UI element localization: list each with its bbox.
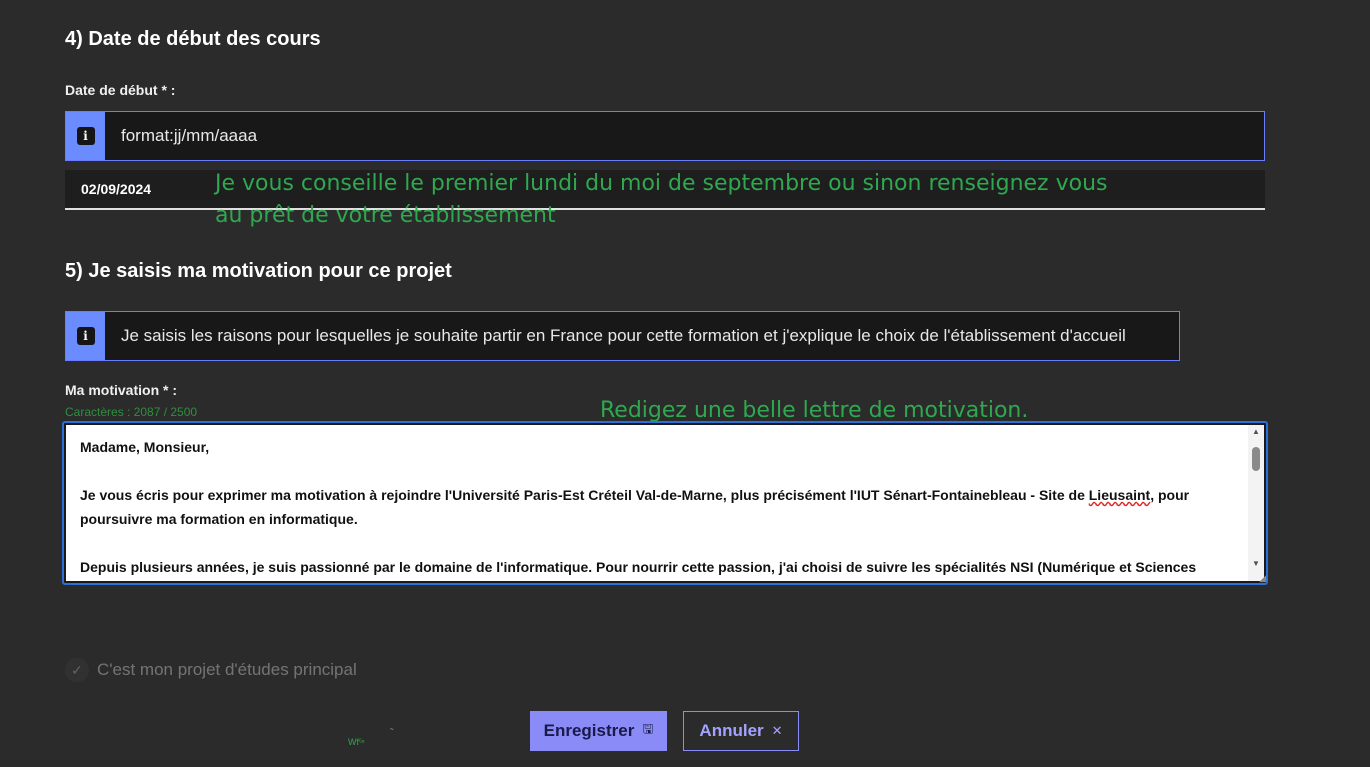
motivation-info-text: Je saisis les raisons pour lesquelles je… <box>121 326 1126 345</box>
date-format-info: i format:jj/mm/aaaa <box>65 111 1265 161</box>
spellcheck-word: Lieusaint <box>1088 487 1151 503</box>
motivation-text-content[interactable]: Madame, Monsieur, Je vous écris pour exp… <box>66 425 1248 581</box>
page: 4) Date de début des cours Date de début… <box>0 0 1370 767</box>
motivation-textarea[interactable]: Madame, Monsieur, Je vous écris pour exp… <box>62 421 1268 585</box>
motivation-advice-annotation: Redigez une belle lettre de motivation. <box>600 398 1029 423</box>
letter-salutation: Madame, Monsieur, <box>80 439 210 455</box>
letter-paragraph-2: Depuis plusieurs années, je suis passion… <box>80 559 1197 575</box>
start-date-label: Date de début * : <box>65 82 176 98</box>
stray-mark: ~ <box>390 727 394 733</box>
main-project-label: C'est mon projet d'études principal <box>97 660 357 679</box>
save-button[interactable]: Enregistrer 🖫 <box>530 711 667 751</box>
date-format-text: format:jj/mm/aaaa <box>121 126 258 145</box>
scroll-thumb[interactable] <box>1252 447 1260 471</box>
info-icon-container: i <box>66 112 105 160</box>
letter-paragraph-1: Je vous écris pour exprimer ma motivatio… <box>80 483 1234 531</box>
stray-green-mark: Wf⁽ⁿ <box>348 737 365 747</box>
checkmark-icon[interactable]: ✓ <box>65 658 89 682</box>
cancel-button-label: Annuler <box>699 721 764 740</box>
motivation-label: Ma motivation * : <box>65 382 178 398</box>
scroll-down-arrow-icon[interactable]: ▼ <box>1248 557 1264 571</box>
character-counter: Caractères : 2087 / 2500 <box>65 405 198 419</box>
save-button-label: Enregistrer <box>543 721 635 740</box>
letter-paragraph-1-start: Je vous écris pour exprimer ma motivatio… <box>80 487 1089 503</box>
section-4-title: 4) Date de début des cours <box>65 28 321 50</box>
info-icon: i <box>76 327 95 345</box>
info-icon: i <box>76 127 95 145</box>
close-icon: ✕ <box>771 723 783 738</box>
motivation-info: i Je saisis les raisons pour lesquelles … <box>65 311 1180 361</box>
textarea-scrollbar[interactable]: ▲ ▼ <box>1248 425 1264 581</box>
section-5-title: 5) Je saisis ma motivation pour ce proje… <box>65 260 452 282</box>
main-project-checkbox-row[interactable]: ✓ C'est mon projet d'études principal <box>65 658 357 682</box>
info-icon-container: i <box>66 312 105 360</box>
date-advice-annotation: Je vous conseille le premier lundi du mo… <box>215 171 1108 228</box>
resize-grip-icon[interactable]: ◢ <box>1256 573 1266 583</box>
scroll-up-arrow-icon[interactable]: ▲ <box>1248 425 1264 439</box>
floppy-disk-icon: 🖫 <box>642 721 654 736</box>
cancel-button[interactable]: Annuler ✕ <box>683 711 799 751</box>
